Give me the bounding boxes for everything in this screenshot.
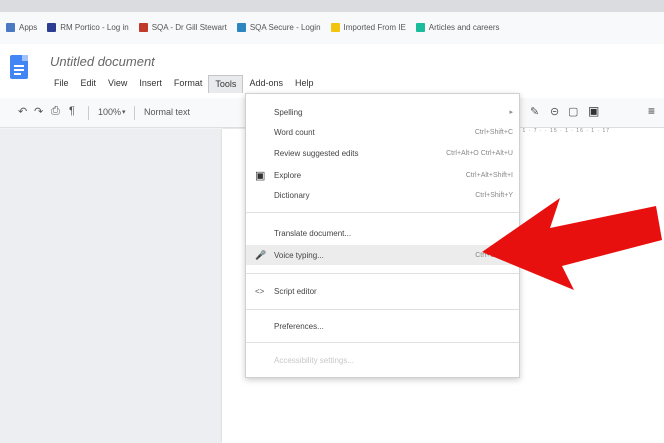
link-icon[interactable]: ⊝	[550, 105, 559, 118]
bookmark-imported[interactable]: Imported From IE	[330, 22, 406, 32]
menu-item-review-edits[interactable]: Review suggested edits Ctrl+Alt+O Ctrl+A…	[246, 143, 519, 163]
docs-header: Untitled document File Edit View Insert …	[0, 44, 664, 98]
bookmark-articles[interactable]: Articles and careers	[415, 22, 500, 32]
menu-tools[interactable]: Tools	[208, 75, 244, 93]
menu-edit[interactable]: Edit	[75, 75, 103, 93]
menu-item-word-count[interactable]: Word count Ctrl+Shift+C	[246, 122, 519, 142]
rm-portico-icon	[47, 22, 57, 32]
undo-icon[interactable]: ↶	[18, 105, 27, 118]
menu-file[interactable]: File	[48, 75, 75, 93]
zoom-select[interactable]: 100%	[98, 107, 121, 117]
code-brackets-icon: <>	[255, 286, 265, 296]
youtube-icon	[138, 22, 148, 32]
toolbar-divider	[88, 106, 89, 120]
pen-icon[interactable]: ✎	[530, 105, 539, 118]
tab-strip	[0, 0, 664, 12]
bookmark-list: Apps RM Portico - Log in SQA - Dr Gill S…	[0, 17, 510, 37]
red-arrow-annotation	[482, 198, 662, 290]
bookmark-apps[interactable]: Apps	[6, 22, 37, 32]
apps-grid-icon	[6, 22, 15, 32]
menu-view[interactable]: View	[102, 75, 133, 93]
menu-addons[interactable]: Add-ons	[243, 75, 289, 93]
comment-icon[interactable]: ▢	[568, 105, 578, 118]
toolbar-divider	[134, 106, 135, 120]
sqa-icon	[236, 22, 246, 32]
submenu-arrow-icon: ▸	[509, 109, 513, 116]
microphone-icon: 🎤	[255, 249, 267, 260]
style-select[interactable]: Normal text	[144, 107, 190, 117]
chevron-down-icon[interactable]: ▾	[122, 108, 126, 116]
menu-item-spelling[interactable]: Spelling ▸	[246, 102, 519, 122]
bookmarks-bar: Apps RM Portico - Log in SQA - Dr Gill S…	[0, 0, 664, 44]
folder-icon	[330, 22, 340, 32]
menu-item-accessibility: Accessibility settings...	[274, 355, 355, 365]
paint-format-icon[interactable]: ¶	[69, 105, 75, 117]
print-icon[interactable]: ⎙	[51, 105, 60, 118]
align-icon[interactable]: ≡	[648, 104, 655, 118]
google-docs-logo-icon[interactable]	[10, 55, 28, 79]
image-icon[interactable]: ▣	[588, 104, 599, 118]
menu-bar: File Edit View Insert Format Tools Add-o…	[48, 75, 319, 93]
menu-divider	[246, 342, 519, 343]
explore-icon: ▣	[255, 169, 266, 182]
menu-help[interactable]: Help	[289, 75, 320, 93]
bookmark-sqa-gill[interactable]: SQA - Dr Gill Stewart	[138, 22, 227, 32]
menu-format[interactable]: Format	[168, 75, 209, 93]
menu-item-preferences[interactable]: Preferences...	[246, 316, 519, 336]
redo-icon[interactable]: ↷	[34, 105, 43, 118]
bookmark-rm-portico[interactable]: RM Portico - Log in	[47, 22, 129, 32]
arrow-shape	[482, 198, 662, 290]
bookmark-sqa-secure[interactable]: SQA Secure - Login	[236, 22, 321, 32]
menu-divider	[246, 309, 519, 310]
menu-insert[interactable]: Insert	[133, 75, 168, 93]
document-title[interactable]: Untitled document	[50, 54, 155, 69]
articles-icon	[415, 22, 425, 32]
